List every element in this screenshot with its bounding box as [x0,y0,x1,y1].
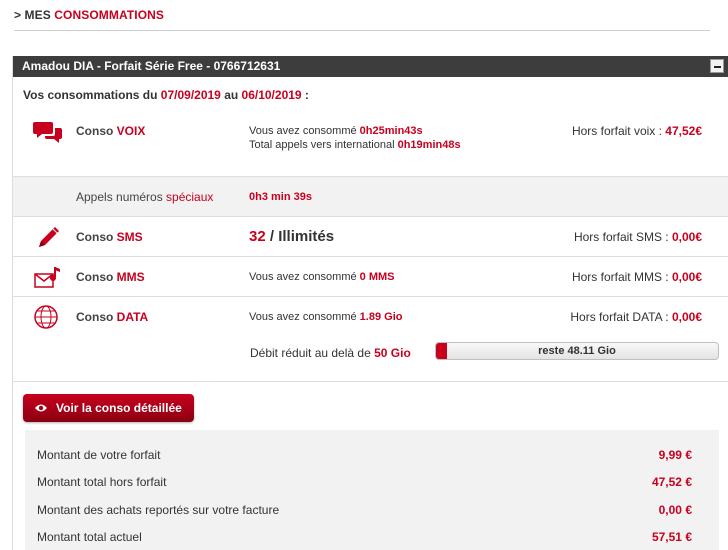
page-header: > MES CONSOMMATIONS [14,8,710,31]
voix-consumed: Vous avez consommé 0h25min43s [249,125,423,137]
eye-icon [35,404,47,412]
mms-consumed: Vous avez consommé 0 MMS [249,271,395,283]
data-label: Conso DATA [76,310,149,324]
summary-value: 9,99 € [658,448,692,462]
sms-count: 32 / Illimités [249,228,335,245]
envelope-music-icon [34,267,60,288]
summary-row: Montant total actuel 57,51 € [25,524,719,550]
summary-box: Montant de votre forfait 9,99 € Montant … [25,430,719,550]
data-hors-forfait: Hors forfait DATA : 0,00€ [570,310,702,324]
summary-label: Montant total actuel [37,530,142,544]
view-detail-button[interactable]: Voir la conso détaillée [23,394,194,422]
summary-label: Montant des achats reportés sur votre fa… [37,503,280,517]
pencil-icon [39,227,59,247]
summary-value: 57,51 € [651,530,692,544]
chat-bubbles-icon [33,122,62,143]
row-sms: Conso SMS 32 / Illimités Hors forfait SM… [13,217,728,257]
data-usage-gauge: reste 48.11 Gio [435,342,719,360]
panel-title: Amadou DIA - Forfait Série Free - 076671… [13,56,728,77]
mms-hors-forfait: Hors forfait MMS : 0,00€ [571,270,702,284]
speciaux-label: Appels numéros spéciaux [76,190,214,204]
row-speciaux: Appels numéros spéciaux 0h3 min 39s [13,177,728,217]
globe-icon [34,305,58,329]
data-gauge-label: Débit réduit au delà de 50 Gio [250,346,411,360]
consumption-panel: Amadou DIA - Forfait Série Free - 076671… [12,56,728,550]
data-remaining-text: reste 48.11 Gio [538,345,616,357]
summary-value: 47,52 € [651,475,692,489]
voix-label: Conso VOIX [76,124,146,138]
summary-row: Montant des achats reportés sur votre fa… [25,497,719,524]
summary-label: Montant de votre forfait [37,448,161,462]
sms-label: Conso SMS [76,230,143,244]
view-detail-label: Voir la conso détaillée [56,401,182,415]
summary-value: 0,00 € [658,503,692,517]
voix-hors-forfait: Hors forfait voix : 47,52€ [571,124,702,138]
speciaux-value: 0h3 min 39s [249,191,312,203]
row-data: Conso DATA Vous avez consommé 1.89 Gio H… [13,297,728,382]
collapse-button[interactable] [710,59,724,73]
mms-label: Conso MMS [76,270,145,284]
row-mms: Conso MMS Vous avez consommé 0 MMS Hors … [13,257,728,297]
sms-hors-forfait: Hors forfait SMS : 0,00€ [573,230,702,244]
data-consumed: Vous avez consommé 1.89 Gio [249,311,403,323]
row-voix: Conso VOIX Vous avez consommé 0h25min43s… [13,108,728,177]
summary-row: Montant total hors forfait 47,52 € [25,469,719,496]
summary-row: Montant de votre forfait 9,99 € [25,442,719,469]
summary-label: Montant total hors forfait [37,475,167,489]
period-heading: Vos consommations du 07/09/2019 au 06/10… [23,88,309,102]
page-title: > MES CONSOMMATIONS [14,8,165,22]
voix-international: Total appels vers international 0h19min4… [249,139,461,151]
